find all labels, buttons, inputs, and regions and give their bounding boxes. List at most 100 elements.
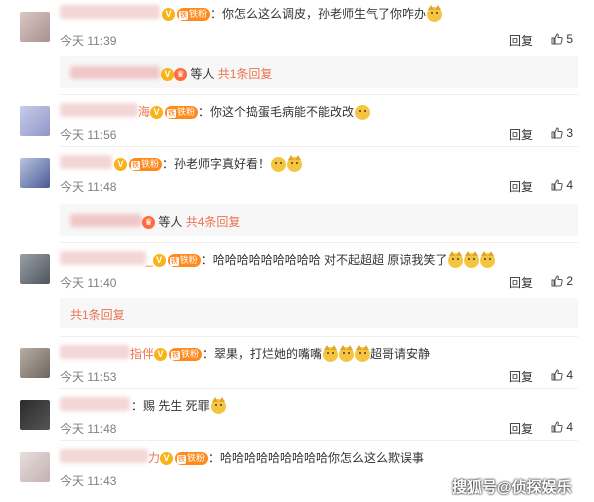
like-count: 4 <box>566 420 574 434</box>
fan-badge-icon: 铁 <box>131 161 140 171</box>
thumbs-up-icon <box>551 33 563 45</box>
fan-badge-icon: 铁 <box>177 455 187 465</box>
comment-text: ：赐 先生 死罪 <box>131 399 210 413</box>
reply-button[interactable]: 回复 <box>509 368 533 385</box>
like-button[interactable]: 5 <box>551 32 573 46</box>
fan-badge-icon: 铁 <box>169 257 179 267</box>
comment-time: 今天 11:40 <box>60 276 117 290</box>
divider <box>60 336 578 337</box>
divider <box>60 440 578 441</box>
reply-button[interactable]: 回复 <box>509 178 533 195</box>
divider <box>60 388 578 389</box>
fan-badge: 铁铁粉 <box>167 254 201 268</box>
clapping-emoji-icon <box>271 157 287 173</box>
blurred-username[interactable] <box>60 397 130 411</box>
laughing-emoji-icon <box>355 105 371 121</box>
fan-badge-icon: 铁 <box>171 351 181 361</box>
like-count: 3 <box>566 126 574 140</box>
thumbs-up-icon <box>551 179 563 191</box>
cat-emoji-icon <box>287 155 303 173</box>
sub-reply-box: ♛ 等人 共4条回复 <box>60 204 578 236</box>
fan-badge: 铁铁粉 <box>165 106 199 120</box>
sub-reply-box: V ♛ 等人 共1条回复 <box>60 56 578 88</box>
reply-button[interactable]: 回复 <box>509 32 533 49</box>
fan-badge: 铁铁粉 <box>177 8 211 22</box>
avatar[interactable] <box>20 12 50 42</box>
vip-badge-icon: V <box>161 68 174 82</box>
avatar[interactable] <box>20 348 50 378</box>
cat-emoji-icon <box>339 345 355 363</box>
avatar[interactable] <box>20 106 50 136</box>
thumbs-up-icon <box>551 421 563 433</box>
crown-icon: ♛ <box>142 216 155 230</box>
fan-badge-icon: 铁 <box>167 109 177 119</box>
cat-emoji-icon <box>323 345 339 363</box>
cat-emoji-icon <box>427 5 443 23</box>
like-count: 4 <box>566 368 574 382</box>
watermark: 搜狐号@侦探娱乐 <box>452 479 572 496</box>
username-tail[interactable]: 力 <box>148 451 160 465</box>
sub-reply-prefix: 等人 <box>158 215 183 229</box>
comment-text: ：翠果，打烂她的嘴嘴 <box>202 347 323 361</box>
divider <box>60 146 578 147</box>
thumbs-up-icon <box>551 275 563 287</box>
comment-text: ：哈哈哈哈哈哈哈哈哈 对不起超超 原谅我笑了 <box>200 253 448 267</box>
cat-emoji-icon <box>210 397 226 415</box>
view-replies-link[interactable]: 共1条回复 <box>218 67 273 81</box>
thumbs-up-icon <box>551 369 563 381</box>
blurred-username[interactable] <box>60 345 130 359</box>
like-button[interactable]: 4 <box>551 368 573 382</box>
comment-text-continued: 超哥请安静 <box>370 347 431 361</box>
blurred-username[interactable] <box>60 449 148 463</box>
blurred-username[interactable] <box>60 5 160 19</box>
fan-badge: 铁铁粉 <box>175 452 209 466</box>
comment-text: ：你怎么这么调皮，孙老师生气了你咋办 <box>210 7 427 21</box>
view-replies-link[interactable]: 共4条回复 <box>186 215 241 229</box>
vip-badge-icon: V <box>162 8 175 22</box>
sub-reply-prefix: 等人 <box>190 67 215 81</box>
blurred-username[interactable] <box>60 251 146 265</box>
comment-text: ：哈哈哈哈哈哈哈哈哈你怎么这么欺误事 <box>208 451 425 465</box>
avatar[interactable] <box>20 158 50 188</box>
vip-badge-icon: V <box>154 348 168 362</box>
comment-time: 今天 11:39 <box>60 34 117 48</box>
blurred-username[interactable] <box>60 103 138 117</box>
crown-icon: ♛ <box>174 68 187 82</box>
reply-button[interactable]: 回复 <box>509 420 533 437</box>
vip-badge-icon: V <box>114 158 127 172</box>
vip-badge-icon: V <box>152 254 166 268</box>
like-button[interactable]: 2 <box>551 274 573 288</box>
username-tail[interactable]: 指伴 <box>130 347 154 361</box>
avatar[interactable] <box>20 400 50 430</box>
like-count: 4 <box>566 178 574 192</box>
divider <box>60 94 578 95</box>
cat-emoji-icon <box>355 345 371 363</box>
cat-emoji-icon <box>464 251 480 269</box>
username-tail[interactable]: _ <box>146 253 153 267</box>
view-replies-link[interactable]: 共1条回复 <box>70 308 125 322</box>
cat-emoji-icon <box>480 251 496 269</box>
reply-button[interactable]: 回复 <box>509 274 533 291</box>
comment-text: ：孙老师字真好看！ <box>162 157 271 171</box>
fan-badge: 铁铁粉 <box>169 348 203 362</box>
vip-badge-icon: V <box>160 452 174 466</box>
fan-badge: 铁铁粉 <box>129 158 163 172</box>
avatar[interactable] <box>20 452 50 482</box>
like-button[interactable]: 4 <box>551 178 573 192</box>
like-button[interactable]: 4 <box>551 420 573 434</box>
blurred-username[interactable] <box>60 155 112 169</box>
comment-time: 今天 11:48 <box>60 180 117 194</box>
reply-button[interactable]: 回复 <box>509 126 533 143</box>
avatar[interactable] <box>20 254 50 284</box>
sub-reply-box: 共1条回复 <box>60 298 578 328</box>
blurred-username[interactable] <box>70 66 160 79</box>
cat-emoji-icon <box>448 251 464 269</box>
comment-text: ：你这个捣蛋毛病能不能改改 <box>198 105 355 119</box>
blurred-username[interactable] <box>70 214 142 227</box>
like-count: 5 <box>566 32 574 46</box>
like-count: 2 <box>566 274 574 288</box>
fan-badge-icon: 铁 <box>179 11 188 21</box>
comment-time: 今天 11:48 <box>60 422 117 436</box>
like-button[interactable]: 3 <box>551 126 573 140</box>
username-tail[interactable]: 海 <box>138 105 150 119</box>
